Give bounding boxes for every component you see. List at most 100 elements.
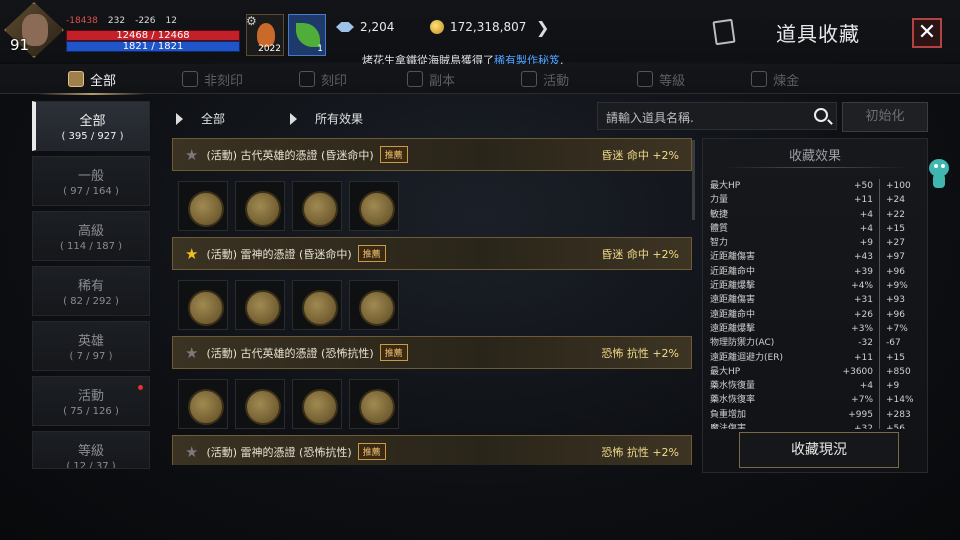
tab-event[interactable]: 活動 [521,64,569,94]
gem-currency: 2,204 [336,20,394,34]
gem-icon [336,22,354,32]
collection-entry: ★ (活動) 雷神的憑證 (昏迷命中) 推薦 昏迷 命中 +2% [170,237,692,330]
entry-effect: 恐怖 抗性 +2% [601,346,679,360]
collection-status-button[interactable]: 收藏現況 [739,432,899,468]
stat-row: 體質 +4 +15 [710,221,924,237]
close-button[interactable]: ✕ [912,18,942,48]
stat-row: 魔法傷害+32+56 [710,422,924,429]
tab-label: 煉金 [773,73,800,89]
category-filter-label: 全部 [201,112,226,126]
stat-row: 近距離傷害 +43 +97 [710,250,924,265]
coin-item-slot[interactable] [292,379,342,429]
tab-bar: 全部 非刻印 刻印 副本 活動 等級 煉金 [0,64,960,95]
stat-row: 遠距離命中 +26 +96 [710,307,924,322]
coin-item-slot[interactable] [349,280,399,330]
star-icon[interactable]: ★ [185,245,198,263]
tab-engraved[interactable]: 刻印 [299,64,347,94]
gear-icon[interactable]: ⚙ [246,14,257,28]
stat-value-current: +3% [810,321,880,337]
book-icon [712,18,736,46]
coin-item-slot[interactable] [349,379,399,429]
stat-value-current: +50 [810,179,880,194]
stat-value-current: +11 [810,193,880,208]
star-icon[interactable]: ★ [185,344,198,362]
entry-title: (活動) 雷神的憑證 (昏迷命中) [206,247,352,261]
category-all[interactable]: 全部 ( 395 / 927 ) [32,101,150,151]
stat-row: 物理防禦力(AC) -32 -67 [710,336,924,351]
book-icon [68,71,84,87]
coin-item-slot[interactable] [235,280,285,330]
stat-row: 負重增加 +995 +283 [710,407,924,423]
reset-button[interactable]: 初始化 [842,102,928,132]
entry-header[interactable]: ★ (活動) 雷神的憑證 (恐怖抗性) 推薦 恐怖 抗性 +2% [172,435,692,465]
stat-d: 12 [165,16,177,26]
coin-item-slot[interactable] [178,181,228,231]
category-name: 高級 [77,224,104,239]
list-scrollbar[interactable] [692,140,695,220]
coin-item-slot[interactable] [292,181,342,231]
tab-label: 等級 [659,73,686,89]
stat-value-current: +3600 [810,364,880,380]
stat-value-max: -67 [886,338,901,349]
stat-list[interactable]: 最大HP +50 +100 力量 +11 +24 敏捷 +4 +22 體質 +4 +15 智力 +9 +27… [710,179,924,429]
stat-value-current: +31 [810,293,880,308]
gold-coin-icon [430,20,444,34]
category-rare[interactable]: 稀有 ( 82 / 292 ) [32,266,150,316]
coin-item-slot[interactable] [235,379,285,429]
entry-header[interactable]: ★ (活動) 古代英雄的憑證 (昏迷命中) 推薦 昏迷 命中 +2% [172,138,692,171]
entry-items [170,171,692,231]
divider [723,167,907,168]
effect-filter[interactable]: 所有效果 [290,110,363,127]
recommend-badge: 推薦 [379,344,408,361]
category-count: ( 114 / 187 ) [59,241,123,252]
coin-item-slot[interactable] [178,379,228,429]
star-icon[interactable]: ★ [185,443,198,461]
stat-value-max: +100 [886,181,911,191]
search-input[interactable]: 請輸入道具名稱. [597,102,837,130]
stat-value-current: +32 [810,422,880,429]
tab-level[interactable]: 等級 [637,64,685,94]
entry-title: (活動) 古代英雄的憑證 (恐怖抗性) [206,346,374,360]
stat-value-max: +93 [886,295,905,306]
category-normal[interactable]: 一般 ( 97 / 164 ) [32,156,150,206]
stat-name: 敏捷 [710,209,729,220]
coin-item-slot[interactable] [292,280,342,330]
leaf-slot[interactable]: 1 [288,14,326,56]
entry-header[interactable]: ★ (活動) 古代英雄的憑證 (恐怖抗性) 推薦 恐怖 抗性 +2% [172,336,692,369]
category-event[interactable]: 活動 ( 75 / 126 ) [32,376,150,426]
coin-item-slot[interactable] [235,181,285,231]
tab-alchemy[interactable]: 煉金 [751,64,799,94]
coin-item-slot[interactable] [178,280,228,330]
collection-effects-panel: 收藏效果 最大HP +50 +100 力量 +11 +24 敏捷 +4 +22 體質 +4 +15 智力… [702,138,928,473]
category-count: ( 12 / 37 ) [66,461,116,469]
coin-item-slot[interactable] [349,181,399,231]
category-name: 等級 [77,444,104,459]
play-arrow-icon [290,112,297,125]
dinosaur-mascot-icon[interactable] [925,156,951,192]
star-icon[interactable]: ★ [185,146,198,164]
stat-name: 藥水恢復量 [710,381,756,392]
entry-title: (活動) 古代英雄的憑證 (昏迷命中) [206,148,374,162]
stat-name: 遠距離爆擊 [710,323,756,334]
tab-dungeon[interactable]: 副本 [407,64,455,94]
entry-header[interactable]: ★ (活動) 雷神的憑證 (昏迷命中) 推薦 昏迷 命中 +2% [172,237,692,270]
stat-name: 魔法傷害 [710,422,810,429]
category-level[interactable]: 等級 ( 12 / 37 ) [32,431,150,469]
tab-non-engraved[interactable]: 非刻印 [182,64,243,94]
category-count: ( 82 / 292 ) [63,296,119,307]
stat-name: 遠距離傷害 [710,295,756,306]
stat-row: 最大HP +3600 +850 [710,364,924,380]
search-icon[interactable] [814,108,828,122]
tab-all[interactable]: 全部 [37,64,147,95]
top-hud: 91 -18438 232 -226 12 12468 / 12468 1821… [0,0,960,67]
entry-title: (活動) 雷神的憑證 (恐怖抗性) [206,445,352,459]
category-advanced[interactable]: 高級 ( 114 / 187 ) [32,211,150,261]
currency-expand-button[interactable]: ❯ [536,18,549,37]
stat-value-max: +15 [886,352,905,363]
category-hero[interactable]: 英雄 ( 7 / 97 ) [32,321,150,371]
collection-entry: ★ (活動) 雷神的憑證 (恐怖抗性) 推薦 恐怖 抗性 +2% [170,435,692,465]
category-count: ( 97 / 164 ) [63,186,119,197]
stat-value-max: +15 [886,223,905,234]
category-filter[interactable]: 全部 [176,110,225,127]
leaf-count: 1 [317,44,323,54]
